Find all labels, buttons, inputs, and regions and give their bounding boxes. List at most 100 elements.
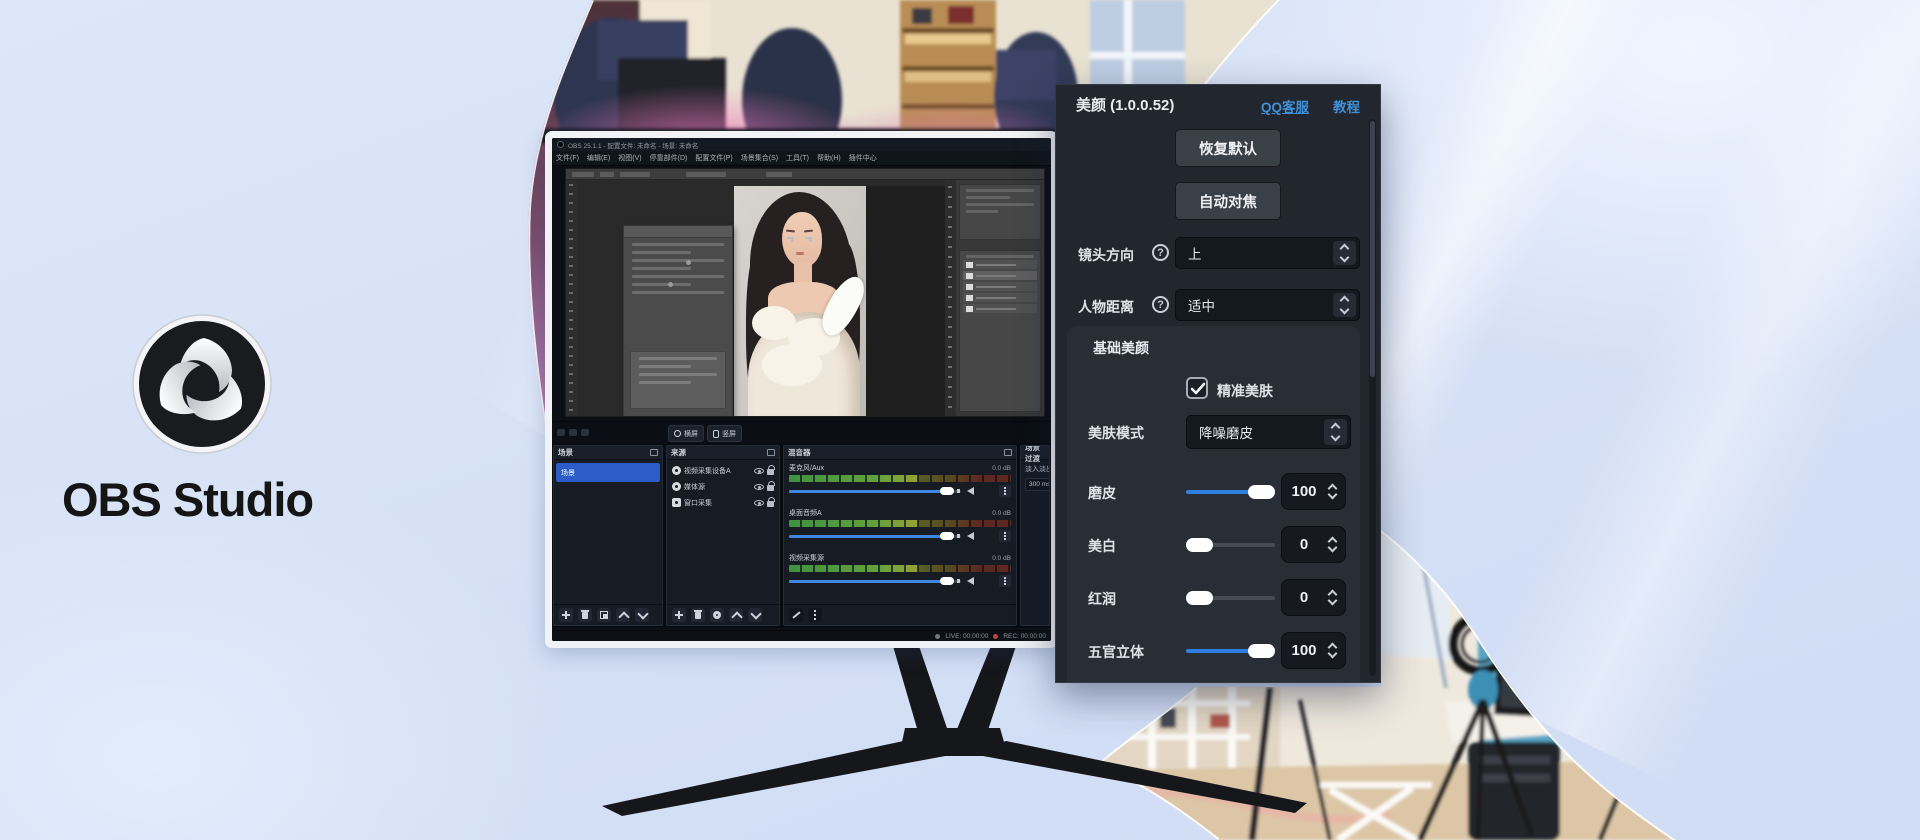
scrollbar-thumb[interactable] [1370,121,1375,377]
autofocus-button[interactable]: 自动对焦 [1175,182,1281,220]
menu-help[interactable]: 帮助(H) [817,153,841,163]
restore-defaults-button[interactable]: 恢复默认 [1175,129,1281,167]
menu-scene-collection[interactable]: 场景集合(S) [741,153,778,163]
transitions-title: 场景过渡 [1025,445,1045,464]
rosy-slider[interactable] [1186,596,1275,600]
source-row[interactable]: 视频采集设备A [669,463,777,478]
tab-landscape[interactable]: 横屏 [668,425,704,442]
face-3d-spinner[interactable]: 100 [1281,632,1346,669]
tutorial-link[interactable]: 教程 [1333,96,1360,116]
person-distance-label: 人物距离 [1078,297,1134,317]
tab-portrait[interactable]: 竖屏 [707,425,742,442]
obs-window-title: OBS 25.1.1 - 配置文件: 未命名 - 场景: 未命名 [568,140,698,150]
camera-direction-select[interactable]: 上 [1175,237,1360,269]
rosy-spinner[interactable]: 0 [1281,579,1346,616]
channel-menu-icon[interactable] [999,530,1011,542]
panel-scrollbar[interactable] [1369,119,1376,676]
help-icon[interactable]: ? [1152,244,1169,261]
scene-item-selected[interactable]: 场景 [556,463,660,482]
obs-logo-icon [132,314,272,454]
qq-support-link[interactable]: QQ客服 [1261,96,1309,116]
lock-icon[interactable] [767,485,774,491]
source-name: 媒体源 [684,482,751,492]
channel-db: 0.0 dB [992,555,1011,562]
smooth-skin-spinner[interactable]: 100 [1281,473,1346,510]
mixer-options-button[interactable] [808,608,822,622]
slider-handle[interactable] [1248,644,1275,658]
preview-status-icons [557,429,589,436]
mixer-filters-button[interactable] [789,608,803,622]
precise-skin-checkbox[interactable] [1186,377,1208,399]
ps-options-bar [566,169,1044,180]
volume-slider[interactable] [789,580,961,583]
popout-icon[interactable] [1004,449,1012,456]
spin-down-icon[interactable] [1328,543,1338,553]
volume-slider[interactable] [789,490,961,493]
source-properties-button[interactable] [710,608,724,622]
camera-direction-value: 上 [1188,243,1202,263]
speaker-icon[interactable] [967,577,974,585]
lock-icon[interactable] [767,469,774,475]
audio-meter [789,565,1011,572]
menu-tools[interactable]: 工具(T) [786,153,809,163]
scene-filters-button[interactable] [597,608,611,622]
smooth-skin-slider[interactable] [1186,490,1275,494]
help-icon[interactable]: ? [1152,296,1169,313]
ps-pasteboard [866,186,948,417]
popout-icon[interactable] [650,449,658,456]
camera-direction-label: 镜头方向 [1078,245,1134,265]
source-row[interactable]: 媒体源 [669,479,777,494]
dock-scene-transitions: 场景过渡 淡入淡出 300 ms [1020,445,1050,626]
spin-down-icon[interactable] [1328,490,1338,500]
lock-icon[interactable] [767,501,774,507]
person-distance-select[interactable]: 适中 [1175,289,1360,321]
audio-meter [789,475,1011,482]
source-move-up-button[interactable] [729,608,743,622]
basic-beauty-title: 基础美颜 [1093,338,1149,358]
whitening-slider[interactable] [1186,543,1275,547]
speaker-icon[interactable] [967,532,974,540]
add-source-button[interactable] [672,608,686,622]
scene-move-down-button[interactable] [635,608,649,622]
visibility-icon[interactable] [754,484,764,490]
mixer-title: 混音器 [788,447,811,458]
menu-profile[interactable]: 配置文件(P) [695,153,732,163]
slider-handle[interactable] [1186,538,1213,552]
menu-plugin-center[interactable]: 插件中心 [849,153,877,163]
skin-mode-select[interactable]: 降噪磨皮 [1186,415,1351,449]
spinner-value: 100 [1282,474,1326,509]
scene-move-up-button[interactable] [616,608,630,622]
spin-down-icon[interactable] [1328,596,1338,606]
source-move-down-button[interactable] [748,608,762,622]
speaker-icon[interactable] [967,487,974,495]
remove-scene-button[interactable] [578,608,592,622]
transition-duration[interactable]: 300 ms [1025,478,1050,491]
channel-menu-icon[interactable] [999,575,1011,587]
slider-handle[interactable] [1248,485,1275,499]
popout-icon[interactable] [767,449,775,456]
menu-edit[interactable]: 编辑(E) [587,153,610,163]
skin-mode-value: 降噪磨皮 [1199,422,1253,442]
source-row[interactable]: 窗口采集 [669,495,777,510]
live-dot-icon [935,634,940,639]
menu-file[interactable]: 文件(F) [556,153,579,163]
add-scene-button[interactable] [559,608,573,622]
select-chevrons-icon [1333,293,1356,317]
whitening-spinner[interactable]: 0 [1281,526,1346,563]
precise-skin-label: 精准美肤 [1217,381,1273,401]
visibility-icon[interactable] [754,500,764,506]
sources-title: 来源 [671,447,686,458]
menu-view[interactable]: 视图(V) [618,153,641,163]
channel-menu-icon[interactable] [999,485,1011,497]
menu-docks[interactable]: 停靠部件(D) [650,153,688,163]
spin-down-icon[interactable] [1328,649,1338,659]
volume-slider[interactable] [789,535,961,538]
face-3d-slider[interactable] [1186,649,1275,653]
select-chevrons-icon [1324,419,1347,445]
visibility-icon[interactable] [754,468,764,474]
rec-timer: REC: 00:00:00 [1003,633,1046,640]
slider-handle[interactable] [1186,591,1213,605]
portrait-image [734,186,866,417]
remove-source-button[interactable] [691,608,705,622]
select-chevrons-icon [1333,241,1356,265]
